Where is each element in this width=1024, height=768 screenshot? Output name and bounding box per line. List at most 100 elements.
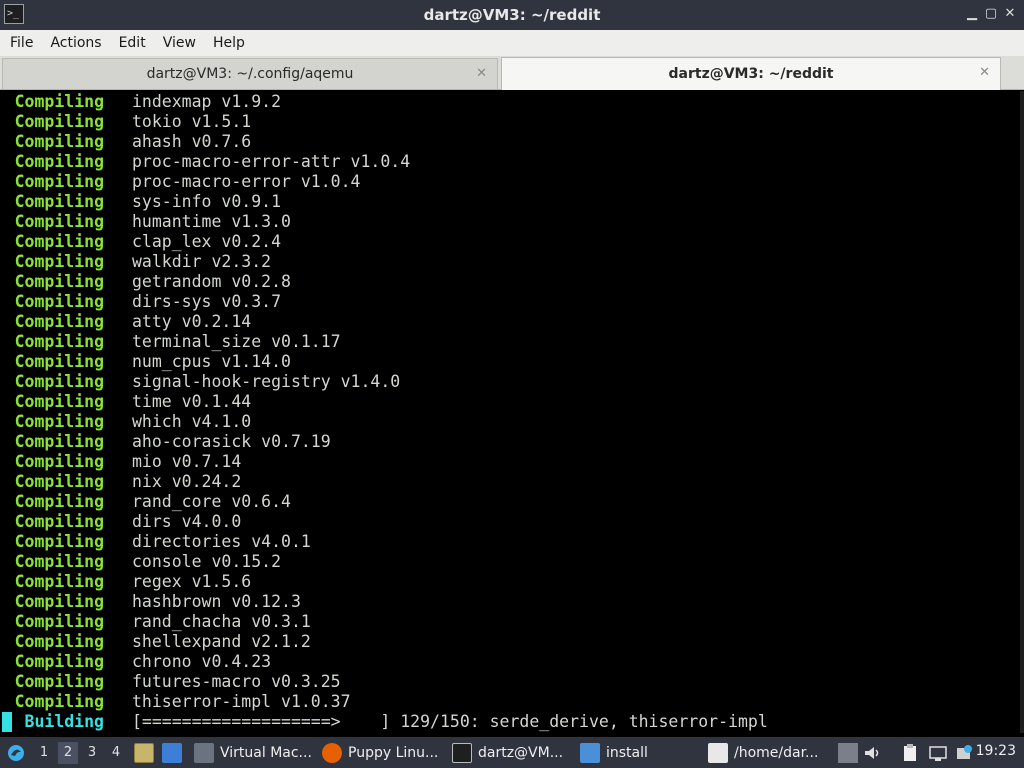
task-terminal[interactable]: dartz@VM...	[452, 737, 563, 768]
crate-name: sys-info v0.9.1	[132, 192, 282, 211]
crate-name: getrandom v0.2.8	[132, 272, 291, 291]
crate-name: shellexpand v2.1.2	[132, 632, 311, 651]
terminal-scrollbar[interactable]	[1020, 91, 1024, 733]
compile-line: Compiling terminal_size v0.1.17	[2, 332, 1020, 352]
volume-icon[interactable]	[862, 743, 882, 763]
update-notifier-icon[interactable]	[954, 743, 974, 763]
compiling-keyword: Compiling	[14, 472, 104, 491]
compiling-keyword: Compiling	[14, 652, 104, 671]
compiling-keyword: Compiling	[14, 372, 104, 391]
task-label: dartz@VM...	[478, 744, 564, 761]
tab-close-icon[interactable]: ✕	[476, 66, 487, 81]
task-label: Puppy Linu...	[348, 744, 439, 761]
crate-name: signal-hook-registry v1.4.0	[132, 372, 401, 391]
compiling-keyword: Compiling	[14, 352, 104, 371]
crate-name: walkdir v2.3.2	[132, 252, 272, 271]
crate-name: tokio v1.5.1	[132, 112, 252, 131]
maximize-button[interactable]: ▢	[983, 6, 999, 22]
crate-name: futures-macro v0.3.25	[132, 672, 341, 691]
compiling-keyword: Compiling	[14, 692, 104, 711]
window-title: dartz@VM3: ~/reddit	[423, 6, 601, 24]
task-install-folder[interactable]: install	[580, 737, 648, 768]
compile-line: Compiling regex v1.5.6	[2, 572, 1020, 592]
workspace-3[interactable]: 3	[82, 742, 102, 764]
menu-help[interactable]: Help	[207, 35, 251, 51]
compile-line: Compiling futures-macro v0.3.25	[2, 672, 1020, 692]
tab-aqemu[interactable]: dartz@VM3: ~/.config/aqemu ✕	[2, 58, 498, 89]
window-titlebar: >_ dartz@VM3: ~/reddit ▁ ▢ ✕	[0, 0, 1024, 30]
compile-line: Compiling sys-info v0.9.1	[2, 192, 1020, 212]
compile-line: Compiling clap_lex v0.2.4	[2, 232, 1020, 252]
compile-line: Compiling humantime v1.3.0	[2, 212, 1020, 232]
crate-name: terminal_size v0.1.17	[132, 332, 341, 351]
tab-label: dartz@VM3: ~/.config/aqemu	[146, 66, 354, 82]
menu-edit[interactable]: Edit	[113, 35, 152, 51]
minimize-button[interactable]: ▁	[964, 6, 980, 22]
show-desktop-button[interactable]	[162, 737, 188, 768]
compile-line: Compiling shellexpand v2.1.2	[2, 632, 1020, 652]
close-button[interactable]: ✕	[1002, 6, 1018, 22]
tab-bar: dartz@VM3: ~/.config/aqemu ✕ dartz@VM3: …	[0, 56, 1024, 90]
task-text-editor[interactable]: /home/dar...	[708, 737, 818, 768]
compiling-keyword: Compiling	[14, 152, 104, 171]
tab-reddit[interactable]: dartz@VM3: ~/reddit ✕	[501, 57, 1001, 90]
compiling-keyword: Compiling	[14, 572, 104, 591]
files-launcher[interactable]	[134, 737, 160, 768]
tray-app-icon[interactable]	[838, 743, 858, 763]
compiling-keyword: Compiling	[14, 432, 104, 451]
compile-line: Compiling tokio v1.5.1	[2, 112, 1020, 132]
compiling-keyword: Compiling	[14, 392, 104, 411]
compiling-keyword: Compiling	[14, 512, 104, 531]
compile-line: Compiling ahash v0.7.6	[2, 132, 1020, 152]
compiling-keyword: Compiling	[14, 532, 104, 551]
compile-line: Compiling getrandom v0.2.8	[2, 272, 1020, 292]
crate-name: console v0.15.2	[132, 552, 282, 571]
compiling-keyword: Compiling	[14, 112, 104, 131]
crate-name: humantime v1.3.0	[132, 212, 291, 231]
compiling-keyword: Compiling	[14, 632, 104, 651]
crate-name: regex v1.5.6	[132, 572, 252, 591]
compiling-keyword: Compiling	[14, 672, 104, 691]
compiling-keyword: Compiling	[14, 252, 104, 271]
clock[interactable]: 19:23	[976, 743, 1016, 759]
compile-line: Compiling rand_core v0.6.4	[2, 492, 1020, 512]
crate-name: thiserror-impl v1.0.37	[132, 692, 351, 711]
task-virtualbox[interactable]: Virtual Mac...	[194, 737, 312, 768]
compile-line: Compiling proc-macro-error v1.0.4	[2, 172, 1020, 192]
workspace-1[interactable]: 1	[34, 742, 54, 764]
compile-line: Compiling proc-macro-error-attr v1.0.4	[2, 152, 1020, 172]
terminal-cursor	[2, 712, 12, 732]
compiling-keyword: Compiling	[14, 272, 104, 291]
network-icon[interactable]	[928, 743, 948, 763]
terminal-output[interactable]: Compiling indexmap v1.9.2 Compiling tokio v…	[2, 91, 1020, 733]
workspace-2[interactable]: 2	[58, 742, 78, 764]
workspace-4[interactable]: 4	[106, 742, 126, 764]
compiling-keyword: Compiling	[14, 492, 104, 511]
menu-file[interactable]: File	[4, 35, 39, 51]
crate-name: mio v0.7.14	[132, 452, 242, 471]
crate-name: nix v0.24.2	[132, 472, 242, 491]
tab-label: dartz@VM3: ~/reddit	[668, 66, 834, 82]
menu-actions[interactable]: Actions	[44, 35, 107, 51]
compile-line: Compiling indexmap v1.9.2	[2, 92, 1020, 112]
crate-name: atty v0.2.14	[132, 312, 252, 331]
clipboard-icon[interactable]	[900, 743, 920, 763]
file-manager-icon	[134, 742, 154, 763]
compiling-keyword: Compiling	[14, 592, 104, 611]
task-firefox[interactable]: Puppy Linu...	[322, 737, 438, 768]
tab-close-icon[interactable]: ✕	[979, 65, 990, 80]
taskbar: 1 2 3 4 Virtual Mac... Puppy Linu... dar…	[0, 737, 1024, 768]
crate-name: clap_lex v0.2.4	[132, 232, 282, 251]
crate-name: time v0.1.44	[132, 392, 252, 411]
crate-name: proc-macro-error v1.0.4	[132, 172, 361, 191]
crate-name: rand_core v0.6.4	[132, 492, 291, 511]
task-label: Virtual Mac...	[220, 744, 312, 761]
crate-name: directories v4.0.1	[132, 532, 311, 551]
compiling-keyword: Compiling	[14, 552, 104, 571]
start-menu-button[interactable]	[6, 737, 26, 768]
compile-line: Compiling time v0.1.44	[2, 392, 1020, 412]
compile-line: Compiling dirs v4.0.0	[2, 512, 1020, 532]
compiling-keyword: Compiling	[14, 192, 104, 211]
compiling-keyword: Compiling	[14, 132, 104, 151]
menu-view[interactable]: View	[157, 35, 202, 51]
